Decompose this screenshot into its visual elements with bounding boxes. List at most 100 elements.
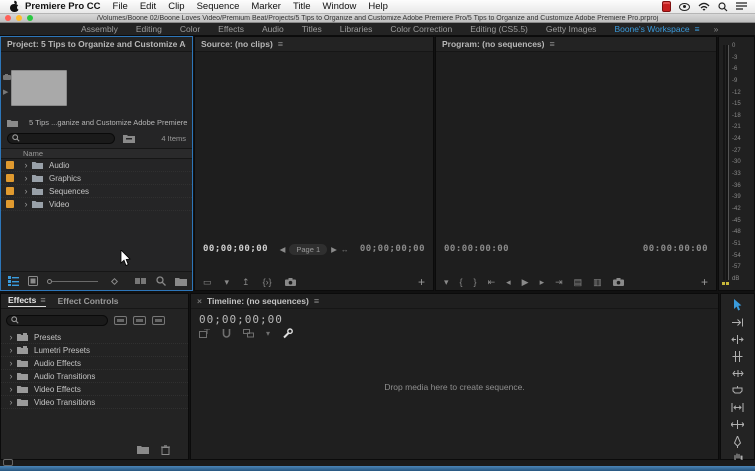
razor-tool[interactable] xyxy=(730,384,746,397)
mark-in-button[interactable]: { xyxy=(460,277,463,287)
workspace-tab-color[interactable]: Color xyxy=(180,24,200,34)
lift-button[interactable]: ▤ xyxy=(574,277,583,288)
workspace-tab-editing-cs55[interactable]: Editing (CS5.5) xyxy=(470,24,528,34)
insert-as-nest-icon[interactable] xyxy=(199,329,210,338)
selection-tool[interactable] xyxy=(730,299,746,312)
new-custom-bin-button[interactable] xyxy=(137,445,149,455)
expand-chevron-icon[interactable]: › xyxy=(5,371,17,381)
workspace-tab-libraries[interactable]: Libraries xyxy=(340,24,373,34)
bin-row-graphics[interactable]: › Graphics xyxy=(1,172,192,185)
pen-tool[interactable] xyxy=(730,435,746,448)
column-header-name[interactable]: Name xyxy=(1,148,192,159)
panel-menu-icon[interactable]: ≡ xyxy=(278,39,283,49)
rate-stretch-tool[interactable] xyxy=(730,367,746,380)
workspace-tab-getty-images[interactable]: Getty Images xyxy=(546,24,597,34)
32bit-color-filter-icon[interactable] xyxy=(133,315,146,325)
close-panel-icon[interactable]: × xyxy=(197,296,202,306)
spotlight-search-icon[interactable] xyxy=(718,1,728,12)
expand-chevron-icon[interactable]: › xyxy=(5,397,17,407)
menu-edit[interactable]: Edit xyxy=(140,1,156,12)
label-color-chip[interactable] xyxy=(6,161,14,169)
expand-chevron-icon[interactable]: › xyxy=(20,160,32,170)
camera-export-icon[interactable] xyxy=(612,278,624,286)
program-monitor-tab[interactable]: Program: (no sequences) ≡ xyxy=(436,37,716,52)
label-color-chip[interactable] xyxy=(6,200,14,208)
panel-menu-icon[interactable]: ≡ xyxy=(314,296,319,306)
label-color-chip[interactable] xyxy=(6,187,14,195)
zoom-slider[interactable] xyxy=(47,277,119,285)
app-menu[interactable]: Premiere Pro CC xyxy=(25,1,101,12)
expand-chevron-icon[interactable]: › xyxy=(20,186,32,196)
insert-button[interactable]: {›} xyxy=(263,277,272,287)
workspace-tab-assembly[interactable]: Assembly xyxy=(81,24,118,34)
fit-width-icon[interactable]: ↔ xyxy=(341,245,349,254)
panel-menu-icon[interactable]: ≡ xyxy=(550,39,555,49)
yuv-effects-filter-icon[interactable] xyxy=(152,315,165,325)
find-button[interactable] xyxy=(156,276,166,286)
workspace-overflow-icon[interactable]: » xyxy=(714,24,719,34)
ripple-edit-tool[interactable] xyxy=(730,333,746,346)
add-marker-button[interactable]: ▾ xyxy=(225,277,230,288)
delete-custom-items-button[interactable] xyxy=(161,445,170,455)
next-page-icon[interactable]: ▶ xyxy=(331,245,337,254)
project-root-bin[interactable]: 5 Tips ...ganize and Customize Adobe Pre… xyxy=(7,118,188,127)
slip-tool[interactable] xyxy=(730,401,746,414)
notification-center-icon[interactable] xyxy=(736,2,747,11)
timeline-panel-tab[interactable]: × Timeline: (no sequences) ≡ xyxy=(191,294,718,309)
menu-title[interactable]: Title xyxy=(293,1,311,12)
safe-margins-button[interactable]: ▭ xyxy=(203,277,212,288)
icon-view-button[interactable] xyxy=(28,276,38,286)
bin-row-sequences[interactable]: › Sequences xyxy=(1,185,192,198)
window-title-bar[interactable]: /Volumes/Boone 02/Boone Loves Video/Prem… xyxy=(0,14,755,23)
list-view-button[interactable] xyxy=(8,276,19,286)
effects-group-video-transitions[interactable]: › Video Transitions xyxy=(1,396,188,409)
workspace-tab-editing[interactable]: Editing xyxy=(136,24,162,34)
expand-chevron-icon[interactable]: › xyxy=(5,345,17,355)
menu-marker[interactable]: Marker xyxy=(251,1,281,12)
button-editor-plus[interactable]: + xyxy=(418,275,425,289)
tab-effect-controls[interactable]: Effect Controls xyxy=(58,296,119,306)
in-out-filter-icon[interactable] xyxy=(123,134,135,143)
apple-menu-icon[interactable] xyxy=(10,0,22,12)
timeline-playhead-timecode[interactable]: 00;00;00;00 xyxy=(199,313,283,326)
menu-help[interactable]: Help xyxy=(368,1,388,12)
menu-clip[interactable]: Clip xyxy=(168,1,184,12)
source-monitor-tab[interactable]: Source: (no clips) ≡ xyxy=(195,37,433,52)
project-search-input[interactable] xyxy=(7,132,115,144)
wifi-icon[interactable] xyxy=(698,2,710,12)
track-select-forward-tool[interactable] xyxy=(730,316,746,329)
extract-button[interactable]: ▥ xyxy=(593,277,602,288)
effects-group-audio-effects[interactable]: › Audio Effects xyxy=(1,357,188,370)
go-to-out-button[interactable]: ⇥ xyxy=(555,277,563,288)
effects-group-lumetri-presets[interactable]: › Lumetri Presets xyxy=(1,344,188,357)
add-marker-button[interactable]: ▾ xyxy=(444,277,449,288)
step-back-button[interactable]: ◂ xyxy=(506,277,511,288)
menu-sequence[interactable]: Sequence xyxy=(197,1,240,12)
recording-indicator-icon[interactable] xyxy=(662,1,671,12)
menu-window[interactable]: Window xyxy=(323,1,357,12)
workspace-tab-effects[interactable]: Effects xyxy=(218,24,244,34)
effects-group-presets[interactable]: › Presets xyxy=(1,331,188,344)
workspace-tab-audio[interactable]: Audio xyxy=(262,24,284,34)
prev-page-icon[interactable]: ◀ xyxy=(280,245,286,254)
label-color-chip[interactable] xyxy=(6,174,14,182)
snap-magnet-icon[interactable] xyxy=(222,328,231,339)
play-preview-icon[interactable]: ▶ xyxy=(3,88,11,96)
expand-chevron-icon[interactable]: › xyxy=(5,358,17,368)
expand-chevron-icon[interactable]: › xyxy=(5,332,17,342)
linked-selection-icon[interactable] xyxy=(243,329,254,338)
rolling-edit-tool[interactable] xyxy=(730,350,746,363)
play-button[interactable]: ▶ xyxy=(522,277,529,288)
export-frame-button[interactable]: ↥ xyxy=(242,277,250,288)
expand-chevron-icon[interactable]: › xyxy=(5,384,17,394)
zoom-in-handle[interactable] xyxy=(110,277,119,285)
tab-effects[interactable]: Effects ≡ xyxy=(8,295,46,307)
expand-chevron-icon[interactable]: › xyxy=(20,173,32,183)
screen-capture-icon[interactable] xyxy=(679,2,690,11)
accelerated-effects-filter-icon[interactable] xyxy=(114,315,127,325)
bin-row-audio[interactable]: › Audio xyxy=(1,159,192,172)
page-label[interactable]: Page 1 xyxy=(289,244,328,255)
timeline-settings-wrench-icon[interactable] xyxy=(282,328,293,339)
expand-chevron-icon[interactable]: › xyxy=(20,199,32,209)
automate-to-sequence-button[interactable] xyxy=(135,277,147,285)
